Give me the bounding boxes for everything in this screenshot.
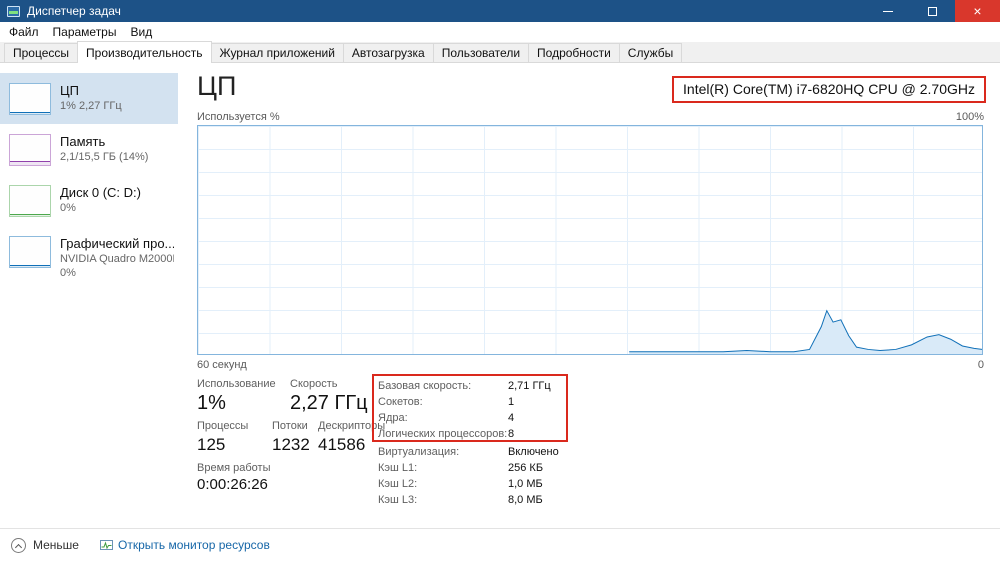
fewer-details-button[interactable]: Меньше xyxy=(11,537,79,553)
page-title: ЦП xyxy=(197,71,237,101)
sidebar-item-title: Память xyxy=(60,134,106,149)
sidebar-item-subtitle: 1% 2,27 ГГц xyxy=(60,100,122,112)
cpu-details-list: Базовая скорость: 2,71 ГГц Сокетов: 1 Яд… xyxy=(378,378,559,508)
content: ЦП 1% 2,27 ГГц Память 2,1/15,5 ГБ (14%) … xyxy=(0,63,1000,528)
threads-value: 1232 xyxy=(272,435,310,454)
tab-processes[interactable]: Процессы xyxy=(4,43,79,62)
graph-axis-right: 0 xyxy=(977,359,984,371)
tab-services[interactable]: Службы xyxy=(618,43,683,62)
open-resource-monitor-label: Открыть монитор ресурсов xyxy=(117,538,270,552)
detail-row-sockets: Сокетов: 1 xyxy=(378,396,515,408)
close-button[interactable]: × xyxy=(955,0,1000,22)
statusbar: Меньше Открыть монитор ресурсов xyxy=(0,528,1000,561)
utilization-label: Использование xyxy=(197,378,276,390)
graph-legend-right: 100% xyxy=(955,111,984,123)
menu-file[interactable]: Файл xyxy=(2,23,46,41)
window-title: Диспетчер задач xyxy=(27,4,121,18)
maximize-button[interactable] xyxy=(910,0,955,22)
menu-view[interactable]: Вид xyxy=(123,23,159,41)
tabstrip: Процессы Производительность Журнал прило… xyxy=(0,41,1000,63)
speed-label: Скорость xyxy=(290,378,338,390)
sidebar-item-title: Диск 0 (C: D:) xyxy=(60,185,141,200)
resource-monitor-icon xyxy=(99,539,113,550)
speed-value: 2,27 ГГц xyxy=(290,392,368,414)
detail-row-virtualization: Виртуализация: Включено xyxy=(378,446,559,458)
graph-axis-left: 60 секунд xyxy=(197,359,247,371)
sidebar-item-gpu[interactable]: Графический про... NVIDIA Quadro M2000M … xyxy=(0,226,178,289)
detail-row-base-speed: Базовая скорость: 2,71 ГГц xyxy=(378,380,551,392)
open-resource-monitor-link[interactable]: Открыть монитор ресурсов xyxy=(99,538,270,552)
cpu-panel: ЦП Intel(R) Core(TM) i7-6820HQ CPU @ 2.7… xyxy=(178,63,1000,528)
sidebar-item-subtitle: NVIDIA Quadro M2000M xyxy=(60,253,174,265)
tab-users[interactable]: Пользователи xyxy=(432,43,530,62)
menubar: Файл Параметры Вид xyxy=(0,22,1000,42)
menu-options[interactable]: Параметры xyxy=(46,23,124,41)
detail-row-l1-cache: Кэш L1: 256 КБ xyxy=(378,462,544,474)
titlebar: Диспетчер задач × xyxy=(0,0,1000,22)
sidebar-item-title: ЦП xyxy=(60,83,79,98)
tab-app-history[interactable]: Журнал приложений xyxy=(210,43,344,62)
tab-startup[interactable]: Автозагрузка xyxy=(342,43,434,62)
cpu-thumbnail xyxy=(9,83,51,115)
performance-sidebar: ЦП 1% 2,27 ГГц Память 2,1/15,5 ГБ (14%) … xyxy=(0,63,178,528)
processes-label: Процессы xyxy=(197,420,249,432)
sidebar-item-cpu[interactable]: ЦП 1% 2,27 ГГц xyxy=(0,73,178,124)
tab-performance[interactable]: Производительность xyxy=(77,41,212,63)
sidebar-item-disk0[interactable]: Диск 0 (C: D:) 0% xyxy=(0,175,178,226)
detail-row-l2-cache: Кэш L2: 1,0 МБ xyxy=(378,478,543,490)
disk-thumbnail xyxy=(9,185,51,217)
processes-value: 125 xyxy=(197,435,226,454)
sidebar-item-memory[interactable]: Память 2,1/15,5 ГБ (14%) xyxy=(0,124,178,175)
sidebar-item-title: Графический про... xyxy=(60,236,174,251)
tab-details[interactable]: Подробности xyxy=(528,43,620,62)
uptime-label: Время работы xyxy=(197,462,271,474)
sidebar-item-subtitle: 2,1/15,5 ГБ (14%) xyxy=(60,151,149,163)
utilization-value: 1% xyxy=(197,392,226,414)
task-manager-window: Диспетчер задач × Файл Параметры Вид Про… xyxy=(0,0,1000,561)
sidebar-item-subtitle: 0% xyxy=(60,202,76,214)
graph-axis: 60 секунд 0 xyxy=(197,359,984,371)
cpu-usage-graph xyxy=(197,125,983,355)
threads-label: Потоки xyxy=(272,420,308,432)
chevron-up-icon xyxy=(11,537,26,553)
gpu-thumbnail xyxy=(9,236,51,268)
detail-row-l3-cache: Кэш L3: 8,0 МБ xyxy=(378,494,543,506)
cpu-name-annotation: Intel(R) Core(TM) i7-6820HQ CPU @ 2.70GH… xyxy=(672,76,986,103)
sidebar-item-subtitle2: 0% xyxy=(60,267,76,279)
cpu-graph-svg xyxy=(629,126,982,354)
window-controls: × xyxy=(865,0,1000,22)
uptime-value: 0:00:26:26 xyxy=(197,476,268,493)
memory-thumbnail xyxy=(9,134,51,166)
minimize-button[interactable] xyxy=(865,0,910,22)
detail-row-cores: Ядра: 4 xyxy=(378,412,515,424)
detail-row-logical-processors: Логических процессоров: 8 xyxy=(378,428,515,440)
graph-legend: Используется % 100% xyxy=(197,111,984,123)
app-icon xyxy=(7,5,20,17)
handles-value: 41586 xyxy=(318,435,366,454)
graph-legend-left: Используется % xyxy=(197,111,280,123)
handles-label: Дескрипторы xyxy=(318,420,386,432)
fewer-details-label: Меньше xyxy=(33,538,79,552)
